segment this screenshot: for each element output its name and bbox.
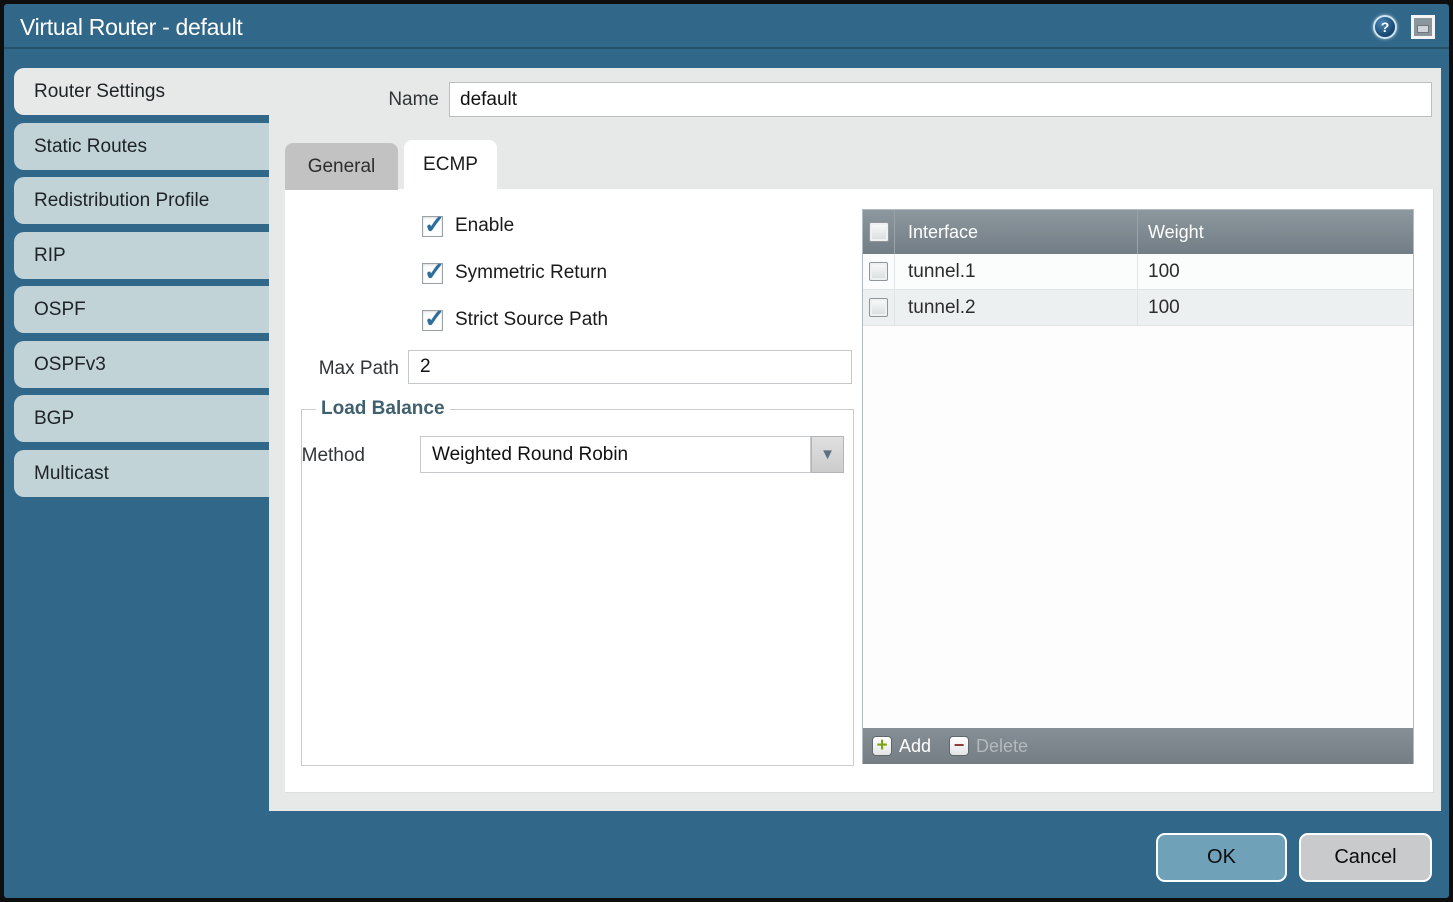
cancel-button-label: Cancel	[1334, 846, 1396, 869]
tab-ecmp[interactable]: ECMP	[404, 140, 497, 190]
method-label: Method	[55, 445, 365, 467]
tab-general[interactable]: General	[285, 143, 398, 190]
method-dropdown-input[interactable]	[420, 436, 811, 473]
weight-cell[interactable]: 100	[1138, 290, 1413, 325]
add-button[interactable]: Add	[899, 736, 931, 757]
enable-label: Enable	[455, 215, 514, 237]
sidebar-item-ospfv3[interactable]: OSPFv3	[14, 341, 269, 388]
checkmark-icon: ✓	[424, 304, 445, 334]
table-footer-toolbar: + Add − Delete	[863, 728, 1413, 764]
sidebar-item-label: BGP	[34, 408, 74, 430]
max-path-label: Max Path	[259, 358, 399, 380]
symmetric-return-checkbox[interactable]: ✓	[422, 263, 443, 284]
ok-button[interactable]: OK	[1156, 833, 1287, 882]
load-balance-fieldset: Load Balance Method ▼	[301, 409, 854, 766]
cancel-button[interactable]: Cancel	[1299, 833, 1432, 882]
row-checkbox-cell	[863, 254, 895, 289]
row-checkbox[interactable]	[869, 298, 888, 317]
interface-column-header[interactable]: Interface	[895, 210, 1138, 254]
name-label: Name	[304, 89, 439, 111]
sidebar-item-label: RIP	[34, 245, 66, 267]
sidebar-item-rip[interactable]: RIP	[14, 232, 269, 279]
virtual-router-dialog: Virtual Router - default ? Router Settin…	[4, 4, 1449, 898]
table-row[interactable]: tunnel.1 100	[863, 254, 1413, 290]
sidebar-item-label: Static Routes	[34, 136, 147, 158]
help-icon[interactable]: ?	[1373, 15, 1397, 39]
row-checkbox-cell	[863, 290, 895, 325]
symmetric-return-checkbox-row: ✓ Symmetric Return	[422, 261, 607, 285]
enable-checkbox[interactable]: ✓	[422, 216, 443, 237]
minus-icon: −	[954, 736, 965, 754]
sidebar-item-label: Router Settings	[34, 81, 165, 103]
strict-source-path-checkbox[interactable]: ✓	[422, 310, 443, 331]
row-checkbox[interactable]	[869, 262, 888, 281]
popout-window-icon-inner	[1417, 25, 1429, 33]
checkmark-icon: ✓	[424, 210, 445, 240]
titlebar-icons: ?	[1373, 15, 1449, 39]
tab-label: ECMP	[423, 154, 478, 176]
ecmp-interface-table: Interface Weight tunnel.1 100 tunnel.2 1…	[862, 209, 1414, 764]
popout-window-icon[interactable]	[1411, 15, 1435, 39]
interface-cell[interactable]: tunnel.2	[895, 290, 1138, 325]
sidebar-item-router-settings[interactable]: Router Settings	[14, 68, 270, 115]
sidebar-item-ospf[interactable]: OSPF	[14, 286, 269, 333]
sidebar-item-label: OSPF	[34, 299, 86, 321]
weight-column-header[interactable]: Weight	[1138, 210, 1413, 254]
enable-checkbox-row: ✓ Enable	[422, 214, 514, 238]
sidebar-item-label: OSPFv3	[34, 354, 106, 376]
add-button-icon[interactable]: +	[872, 736, 892, 756]
symmetric-return-label: Symmetric Return	[455, 262, 607, 284]
checkmark-icon: ✓	[424, 257, 445, 287]
delete-button[interactable]: Delete	[976, 736, 1028, 757]
sidebar-item-static-routes[interactable]: Static Routes	[14, 123, 269, 170]
load-balance-legend: Load Balance	[316, 398, 450, 420]
strict-source-path-checkbox-row: ✓ Strict Source Path	[422, 308, 608, 332]
sidebar-item-bgp[interactable]: BGP	[14, 395, 269, 442]
max-path-input[interactable]	[408, 350, 852, 384]
sidebar-item-redistribution-profile[interactable]: Redistribution Profile	[14, 177, 269, 224]
interface-cell[interactable]: tunnel.1	[895, 254, 1138, 289]
dialog-title: Virtual Router - default	[4, 14, 243, 41]
plus-icon: +	[876, 736, 887, 755]
weight-cell[interactable]: 100	[1138, 254, 1413, 289]
header-checkbox-cell	[863, 210, 895, 254]
strict-source-path-label: Strict Source Path	[455, 309, 608, 331]
chevron-down-icon: ▼	[820, 446, 835, 463]
delete-button-icon[interactable]: −	[949, 736, 969, 756]
table-header-row: Interface Weight	[863, 210, 1413, 254]
method-dropdown-button[interactable]: ▼	[811, 436, 844, 473]
titlebar: Virtual Router - default ?	[4, 7, 1449, 49]
sidebar-item-label: Redistribution Profile	[34, 190, 209, 212]
name-input[interactable]	[449, 82, 1432, 117]
table-row[interactable]: tunnel.2 100	[863, 290, 1413, 326]
tab-label: General	[308, 156, 376, 178]
ok-button-label: OK	[1207, 846, 1236, 869]
select-all-checkbox[interactable]	[869, 222, 889, 242]
